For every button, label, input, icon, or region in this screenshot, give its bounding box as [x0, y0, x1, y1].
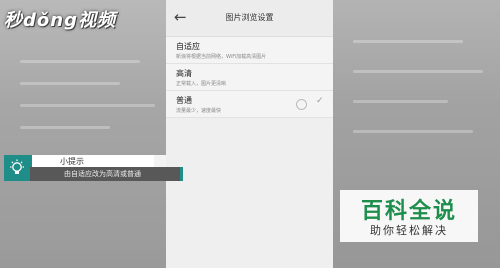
option-desc: 流量最少，速度最快 — [176, 108, 222, 114]
tip-text: 由自适应改为高清或普通 — [64, 170, 141, 178]
blurred-line — [353, 100, 448, 103]
checkmark-icon: ✓ — [316, 96, 324, 106]
option-desc: 新浪将根据当前网络，WiFi加载高清图片 — [176, 54, 267, 60]
tip-heading: 小提示 — [60, 157, 84, 166]
tip-heading-bar: 小提示 — [30, 155, 154, 167]
blurred-background-left — [0, 0, 175, 268]
option-title: 普通 — [176, 96, 192, 105]
blurred-line — [353, 130, 473, 133]
option-adaptive[interactable]: 自适应 新浪将根据当前网络，WiFi加载高清图片 — [166, 37, 333, 64]
settings-panel: ← 图片浏览设置 自适应 新浪将根据当前网络，WiFi加载高清图片 高清 正常载… — [166, 0, 333, 268]
panel-empty-area — [166, 118, 333, 268]
watermark: 百科全说 助你轻松解决 — [340, 190, 478, 242]
option-title: 高清 — [176, 69, 192, 78]
option-normal[interactable]: 普通 流量最少，速度最快 ✓ — [166, 91, 333, 118]
lightbulb-icon — [4, 155, 30, 181]
blurred-line — [20, 82, 120, 85]
option-title: 自适应 — [176, 42, 200, 51]
watermark-subtitle: 助你轻松解决 — [370, 224, 448, 237]
blurred-line — [353, 40, 463, 43]
panel-header: ← 图片浏览设置 — [166, 0, 333, 37]
blurred-line — [20, 126, 110, 129]
brand-logo: 秒dǒng视频 — [4, 10, 116, 31]
tip-decoration — [154, 155, 166, 167]
radio-button[interactable] — [296, 99, 307, 110]
tip-body-bar: 由自适应改为高清或普通 — [30, 167, 183, 181]
watermark-title: 百科全说 — [360, 199, 457, 224]
panel-title: 图片浏览设置 — [225, 13, 274, 22]
blurred-line — [20, 60, 140, 63]
option-hd[interactable]: 高清 正常载入，图片更清晰 — [166, 64, 333, 91]
blurred-line — [20, 104, 155, 107]
blurred-line — [353, 70, 483, 73]
option-desc: 正常载入，图片更清晰 — [176, 81, 227, 87]
